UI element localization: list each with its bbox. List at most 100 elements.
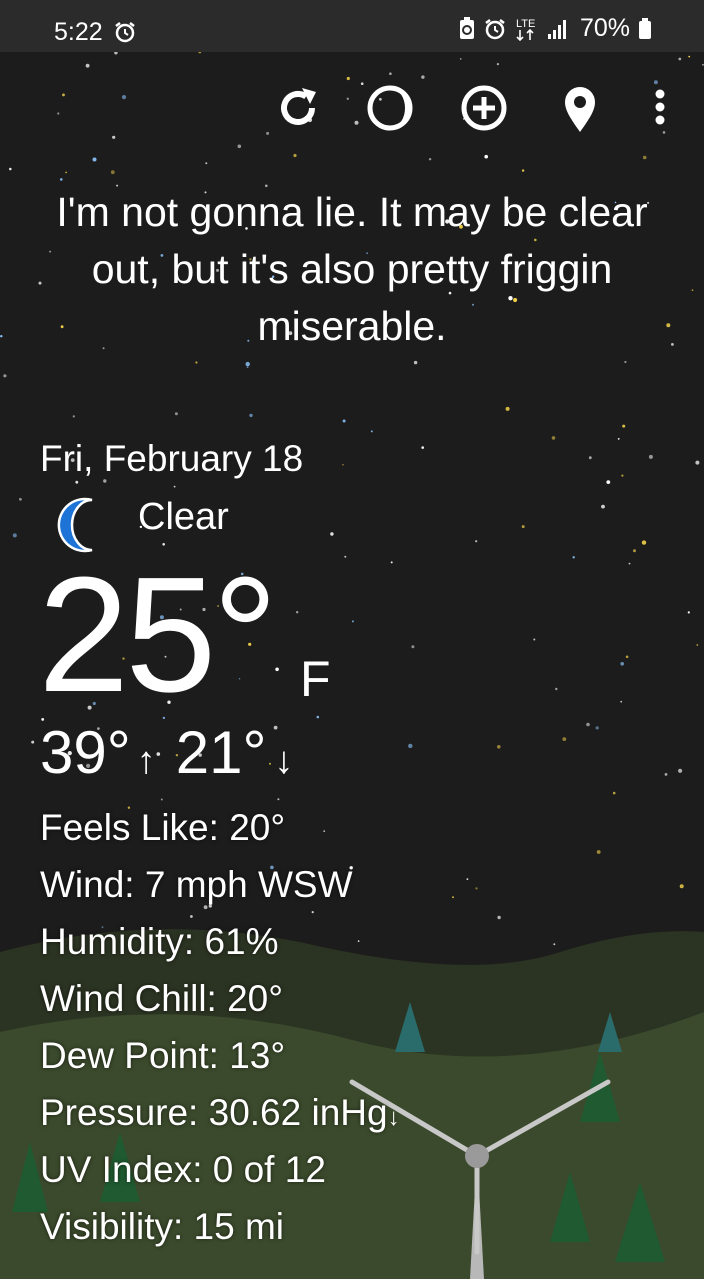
star bbox=[316, 715, 320, 719]
star bbox=[612, 791, 616, 795]
humidity: Humidity: 61% bbox=[40, 921, 279, 962]
star bbox=[112, 135, 116, 139]
star bbox=[237, 144, 242, 149]
star bbox=[408, 743, 413, 749]
star bbox=[505, 406, 510, 411]
star bbox=[346, 97, 349, 100]
date-label: Fri, February 18 bbox=[40, 438, 304, 479]
star bbox=[572, 556, 575, 559]
star bbox=[497, 745, 501, 749]
dew-point: Dew Point: 13° bbox=[40, 1035, 286, 1076]
moon-phase-icon[interactable] bbox=[362, 80, 418, 136]
refresh-icon[interactable] bbox=[270, 80, 326, 136]
star bbox=[562, 737, 567, 741]
lte-icon: LTE bbox=[516, 18, 535, 41]
more-vert-icon[interactable] bbox=[634, 80, 686, 136]
star bbox=[342, 419, 346, 423]
uv-index: UV Index: 0 of 12 bbox=[40, 1149, 326, 1190]
star bbox=[357, 940, 360, 942]
star bbox=[245, 361, 250, 367]
star bbox=[342, 463, 344, 466]
star bbox=[110, 170, 115, 175]
star bbox=[323, 830, 326, 832]
low-temperature: 21° bbox=[175, 719, 267, 786]
star bbox=[624, 360, 627, 364]
star bbox=[114, 52, 118, 55]
star bbox=[160, 798, 163, 801]
pressure: Pressure: 30.62 inHg↓ bbox=[40, 1091, 400, 1140]
arrow-down-icon: ↓ bbox=[274, 740, 294, 782]
star bbox=[3, 374, 7, 378]
add-location-icon[interactable] bbox=[456, 80, 512, 136]
star bbox=[121, 95, 127, 100]
star bbox=[521, 525, 525, 529]
star bbox=[625, 655, 629, 659]
star bbox=[174, 412, 178, 416]
star bbox=[687, 611, 690, 614]
star bbox=[678, 768, 683, 773]
arrow-up-icon: ↑ bbox=[136, 740, 156, 782]
star bbox=[249, 413, 253, 418]
star bbox=[275, 667, 279, 672]
star bbox=[428, 158, 432, 161]
star bbox=[0, 335, 3, 338]
star bbox=[617, 438, 620, 440]
high-temperature: 39° bbox=[40, 719, 131, 786]
star bbox=[19, 497, 22, 501]
star bbox=[475, 540, 478, 543]
star bbox=[411, 645, 415, 649]
weather-headline: I'm not gonna lie. It may be clear out, … bbox=[56, 189, 648, 349]
high-low-temperature: 39° ↑ 21° ↓ bbox=[40, 720, 293, 794]
star bbox=[622, 424, 626, 428]
current-temperature: 25° bbox=[38, 543, 278, 726]
star bbox=[31, 740, 35, 744]
star bbox=[311, 911, 314, 914]
star bbox=[296, 611, 299, 614]
star bbox=[688, 55, 691, 58]
pressure-value: Pressure: 30.62 inHg bbox=[40, 1092, 388, 1133]
star bbox=[497, 915, 501, 920]
star bbox=[85, 63, 90, 68]
star bbox=[190, 915, 193, 918]
star bbox=[330, 532, 334, 536]
star bbox=[551, 436, 556, 440]
star bbox=[413, 360, 418, 365]
star bbox=[484, 154, 489, 159]
star bbox=[277, 798, 280, 801]
star bbox=[601, 504, 605, 509]
feels-like: Feels Like: 20° bbox=[40, 807, 286, 848]
star bbox=[595, 726, 599, 730]
star bbox=[466, 878, 469, 880]
star bbox=[620, 662, 624, 666]
star bbox=[452, 896, 454, 899]
star bbox=[205, 162, 208, 165]
star bbox=[664, 773, 668, 776]
status-time: 5:22 bbox=[54, 18, 103, 46]
star bbox=[521, 169, 525, 172]
star bbox=[246, 366, 249, 368]
star bbox=[586, 722, 590, 727]
star bbox=[266, 131, 270, 135]
star bbox=[596, 850, 601, 854]
battery-icon bbox=[639, 17, 651, 39]
wind-chill: Wind Chill: 20° bbox=[40, 978, 284, 1019]
star bbox=[679, 884, 684, 889]
star bbox=[553, 943, 556, 946]
temperature-unit: F bbox=[300, 651, 331, 707]
alarm-icon bbox=[485, 18, 505, 39]
star bbox=[351, 620, 354, 623]
status-icons: LTE 70% bbox=[458, 14, 652, 43]
pressure-falling-icon: ↓ bbox=[387, 1104, 400, 1131]
star bbox=[293, 153, 297, 158]
location-pin-icon[interactable] bbox=[552, 80, 608, 136]
star bbox=[346, 76, 350, 81]
star bbox=[555, 687, 558, 691]
star bbox=[691, 289, 694, 292]
wind: Wind: 7 mph WSW bbox=[40, 864, 353, 905]
star bbox=[633, 549, 636, 553]
star bbox=[475, 887, 478, 890]
star bbox=[628, 562, 631, 565]
status-bar: 5:22 LTE 70% bbox=[0, 0, 704, 52]
star bbox=[344, 555, 347, 558]
star bbox=[606, 480, 611, 484]
